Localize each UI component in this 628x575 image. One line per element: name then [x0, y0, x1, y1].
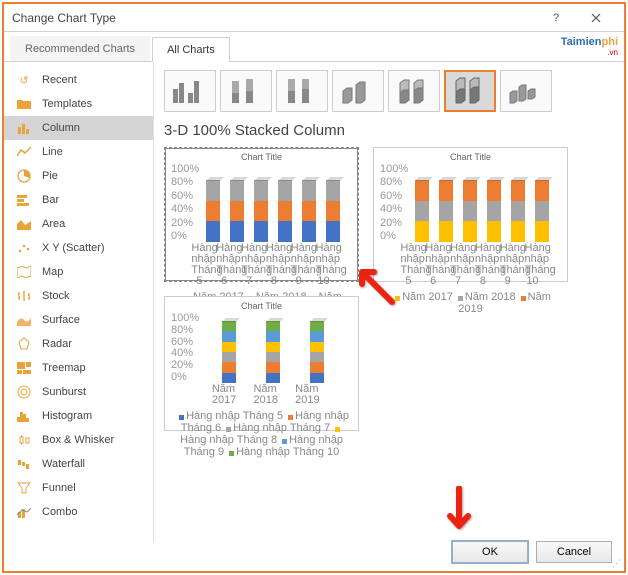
y-axis: 100%80%60%40%20%0%	[380, 164, 398, 242]
sidebar-item-boxwhisker[interactable]: Box & Whisker	[4, 428, 153, 452]
legend: Hàng nhập Tháng 5Hàng nhập Tháng 6Hàng n…	[169, 410, 354, 458]
stock-chart-icon	[16, 288, 32, 304]
x-labels: Hàng nhập Tháng 5Hàng nhập Tháng 6Hàng n…	[378, 243, 563, 287]
main-panel: 3-D 100% Stacked Column Chart Title 100%…	[154, 62, 624, 542]
tab-all-charts[interactable]: All Charts	[152, 37, 230, 62]
sidebar-item-label: Recent	[42, 74, 77, 86]
sidebar-item-label: Histogram	[42, 410, 92, 422]
sidebar-item-recent[interactable]: ↺ Recent	[4, 68, 153, 92]
scatter-chart-icon	[16, 240, 32, 256]
combo-chart-icon	[16, 504, 32, 520]
ok-button[interactable]: OK	[452, 541, 528, 563]
sidebar-item-funnel[interactable]: Funnel	[4, 476, 153, 500]
sidebar-item-label: Stock	[42, 290, 70, 302]
sidebar-item-column[interactable]: Column	[4, 116, 153, 140]
sidebar-item-label: Bar	[42, 194, 59, 206]
preview-title: Chart Title	[378, 152, 563, 162]
resize-grip[interactable]: ⋰	[612, 559, 622, 569]
sidebar-item-histogram[interactable]: Histogram	[4, 404, 153, 428]
sidebar-item-treemap[interactable]: Treemap	[4, 356, 153, 380]
sidebar-item-combo[interactable]: Combo	[4, 500, 153, 524]
sidebar-item-stock[interactable]: Stock	[4, 284, 153, 308]
sidebar-item-label: Radar	[42, 338, 72, 350]
area-chart-icon	[16, 216, 32, 232]
subtype-3d-stacked-column[interactable]	[388, 70, 440, 112]
watermark: Taimienphi .vn	[561, 32, 618, 57]
close-button[interactable]	[576, 5, 616, 31]
y-axis: 100%80%60%40%20%0%	[171, 313, 189, 383]
sidebar-item-pie[interactable]: Pie	[4, 164, 153, 188]
box-whisker-icon	[16, 432, 32, 448]
sidebar-item-label: Combo	[42, 506, 77, 518]
titlebar: Change Chart Type ?	[4, 4, 624, 32]
bar-chart-icon	[16, 192, 32, 208]
sidebar-item-label: Treemap	[42, 362, 86, 374]
sidebar-item-sunburst[interactable]: Sunburst	[4, 380, 153, 404]
sidebar-item-area[interactable]: Area	[4, 212, 153, 236]
x-labels: Năm 2017Năm 2018Năm 2019	[169, 384, 354, 406]
subtype-3d-column[interactable]	[500, 70, 552, 112]
window-title: Change Chart Type	[12, 11, 536, 25]
sidebar-item-bar[interactable]: Bar	[4, 188, 153, 212]
x-labels: Hàng nhập Tháng 5Hàng nhập Tháng 6Hàng n…	[169, 243, 354, 287]
sidebar-item-scatter[interactable]: X Y (Scatter)	[4, 236, 153, 260]
tab-bar: Recommended Charts All Charts	[4, 32, 624, 62]
radar-chart-icon	[16, 336, 32, 352]
sidebar-item-radar[interactable]: Radar	[4, 332, 153, 356]
subtype-clustered-column[interactable]	[164, 70, 216, 112]
preview-title: Chart Title	[169, 301, 354, 311]
bars	[378, 164, 563, 242]
sidebar-item-label: Line	[42, 146, 63, 158]
sidebar-item-map[interactable]: Map	[4, 260, 153, 284]
dialog-buttons: OK Cancel	[452, 541, 612, 563]
column-chart-icon	[16, 120, 32, 136]
sidebar-item-templates[interactable]: Templates	[4, 92, 153, 116]
chart-subtype-name: 3-D 100% Stacked Column	[164, 122, 614, 139]
sidebar-item-label: Map	[42, 266, 63, 278]
sidebar-item-label: Funnel	[42, 482, 76, 494]
sidebar-item-label: Waterfall	[42, 458, 85, 470]
line-chart-icon	[16, 144, 32, 160]
sidebar-item-label: Surface	[42, 314, 80, 326]
subtype-stacked-column[interactable]	[220, 70, 272, 112]
preview-grid: Chart Title 100%80%60%40%20%0% Hàng nhập…	[164, 147, 614, 431]
histogram-icon	[16, 408, 32, 424]
sidebar-item-label: Box & Whisker	[42, 434, 114, 446]
sunburst-icon	[16, 384, 32, 400]
sidebar-item-label: Column	[42, 122, 80, 134]
dialog-change-chart-type: Change Chart Type ? Taimienphi .vn Recom…	[2, 2, 626, 573]
sidebar-item-waterfall[interactable]: Waterfall	[4, 452, 153, 476]
sidebar-item-label: Area	[42, 218, 65, 230]
surface-chart-icon	[16, 312, 32, 328]
sidebar-item-label: Sunburst	[42, 386, 86, 398]
chart-preview-1[interactable]: Chart Title 100%80%60%40%20%0% Hàng nhập…	[164, 147, 359, 282]
sidebar-item-label: X Y (Scatter)	[42, 242, 105, 254]
pie-chart-icon	[16, 168, 32, 184]
treemap-icon	[16, 360, 32, 376]
tab-recommended[interactable]: Recommended Charts	[10, 36, 150, 61]
preview-title: Chart Title	[169, 152, 354, 162]
funnel-icon	[16, 480, 32, 496]
sidebar-item-surface[interactable]: Surface	[4, 308, 153, 332]
sidebar: ↺ Recent Templates Column Line Pie Bar Ar…	[4, 62, 154, 542]
subtype-3d-clustered-column[interactable]	[332, 70, 384, 112]
recent-icon: ↺	[16, 72, 32, 88]
chart-preview-2[interactable]: Chart Title 100%80%60%40%20%0% Hàng nhập…	[373, 147, 568, 282]
cancel-button[interactable]: Cancel	[536, 541, 612, 563]
close-icon	[591, 13, 601, 23]
sidebar-item-line[interactable]: Line	[4, 140, 153, 164]
y-axis: 100%80%60%40%20%0%	[171, 164, 189, 242]
map-icon	[16, 264, 32, 280]
subtype-3d-100-stacked-column[interactable]	[444, 70, 496, 112]
folder-icon	[16, 96, 32, 112]
subtype-100-stacked-column[interactable]	[276, 70, 328, 112]
column-subtype-row	[164, 70, 614, 112]
chart-preview-3[interactable]: Chart Title 100%80%60%40%20%0% Năm 2017N…	[164, 296, 359, 431]
bars	[169, 164, 354, 242]
waterfall-icon	[16, 456, 32, 472]
legend: Năm 2017Năm 2018Năm 2019	[378, 291, 563, 315]
sidebar-item-label: Templates	[42, 98, 92, 110]
sidebar-item-label: Pie	[42, 170, 58, 182]
help-button[interactable]: ?	[536, 5, 576, 31]
